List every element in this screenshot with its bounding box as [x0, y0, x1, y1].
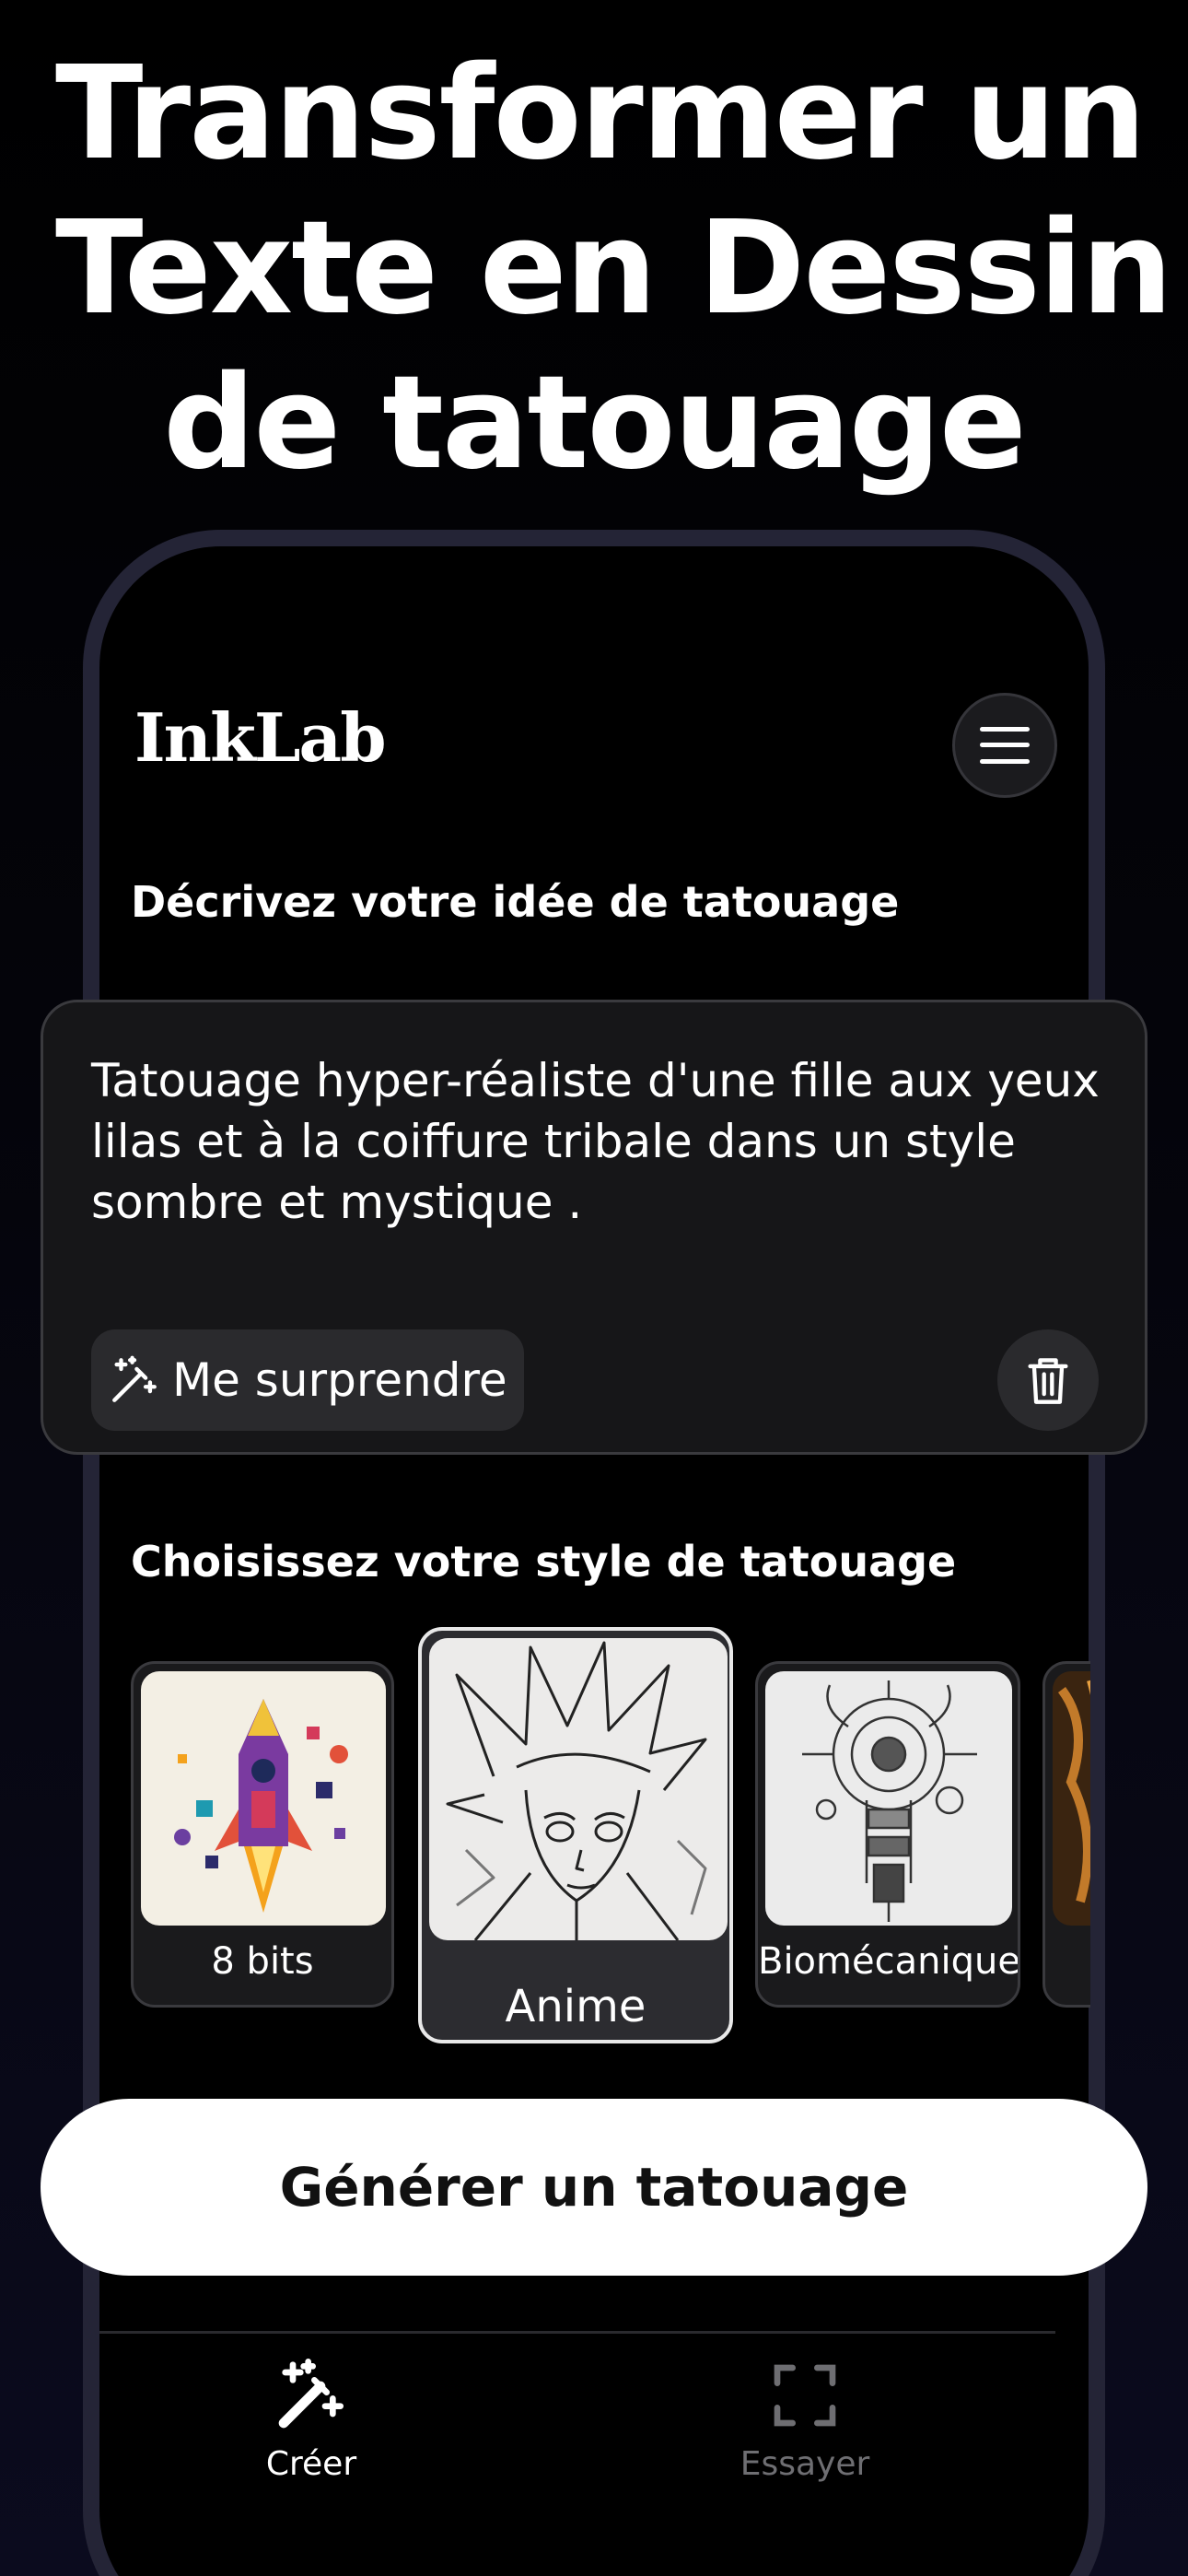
nav-label-try: Essayer [740, 2445, 870, 2483]
style-label-anime: Anime [505, 1981, 646, 2032]
style-carousel[interactable]: 8 bits Anime Biomécanique [99, 1622, 1090, 2045]
nav-item-try[interactable]: Essayer [667, 2359, 943, 2483]
style-label-biomecanique: Biomécanique [758, 1940, 1020, 1983]
surprise-me-label: Me surprendre [172, 1353, 507, 1407]
style-thumb-8-bits [141, 1671, 386, 1926]
prompt-card: Tatouage hyper-réaliste d'une fille aux … [41, 1000, 1147, 1455]
bottom-nav-divider [99, 2331, 1055, 2334]
headline-line-3: de tatouage [163, 348, 1027, 498]
prompt-section-label: Décrivez votre idée de tatouage [131, 877, 900, 927]
app-logo: InkLab [134, 698, 387, 777]
hamburger-menu-icon [980, 727, 1030, 764]
nav-label-create: Créer [265, 2445, 357, 2483]
trash-icon [1028, 1358, 1068, 1404]
menu-button[interactable] [952, 693, 1057, 798]
headline-line-2: Texte en Dessin [55, 193, 1173, 344]
surprise-me-button[interactable]: Me surprendre [91, 1329, 524, 1431]
magic-wand-icon [278, 2359, 344, 2429]
style-thumb-biomecanique [765, 1671, 1012, 1926]
scan-frame-icon [774, 2364, 836, 2427]
magic-wand-icon [112, 1355, 157, 1402]
style-card-anime[interactable]: Anime [418, 1627, 733, 2043]
style-thumb-anime [429, 1638, 728, 1940]
style-card-next[interactable] [1042, 1661, 1090, 2008]
style-card-biomecanique[interactable]: Biomécanique [755, 1661, 1020, 2008]
style-card-8-bits[interactable]: 8 bits [131, 1661, 394, 2008]
style-section-label: Choisissez votre style de tatouage [131, 1537, 957, 1587]
prompt-textarea[interactable]: Tatouage hyper-réaliste d'une fille aux … [91, 1050, 1104, 1233]
style-thumb-next [1053, 1671, 1090, 1926]
promo-headline: Transformer un Texte en Dessin de tatoua… [0, 37, 1188, 501]
style-label-8-bits: 8 bits [211, 1940, 314, 1983]
clear-prompt-button[interactable] [997, 1329, 1099, 1431]
nav-item-create[interactable]: Créer [173, 2359, 449, 2483]
generate-tattoo-button[interactable]: Générer un tatouage [41, 2099, 1147, 2276]
headline-line-1: Transformer un [55, 39, 1147, 189]
